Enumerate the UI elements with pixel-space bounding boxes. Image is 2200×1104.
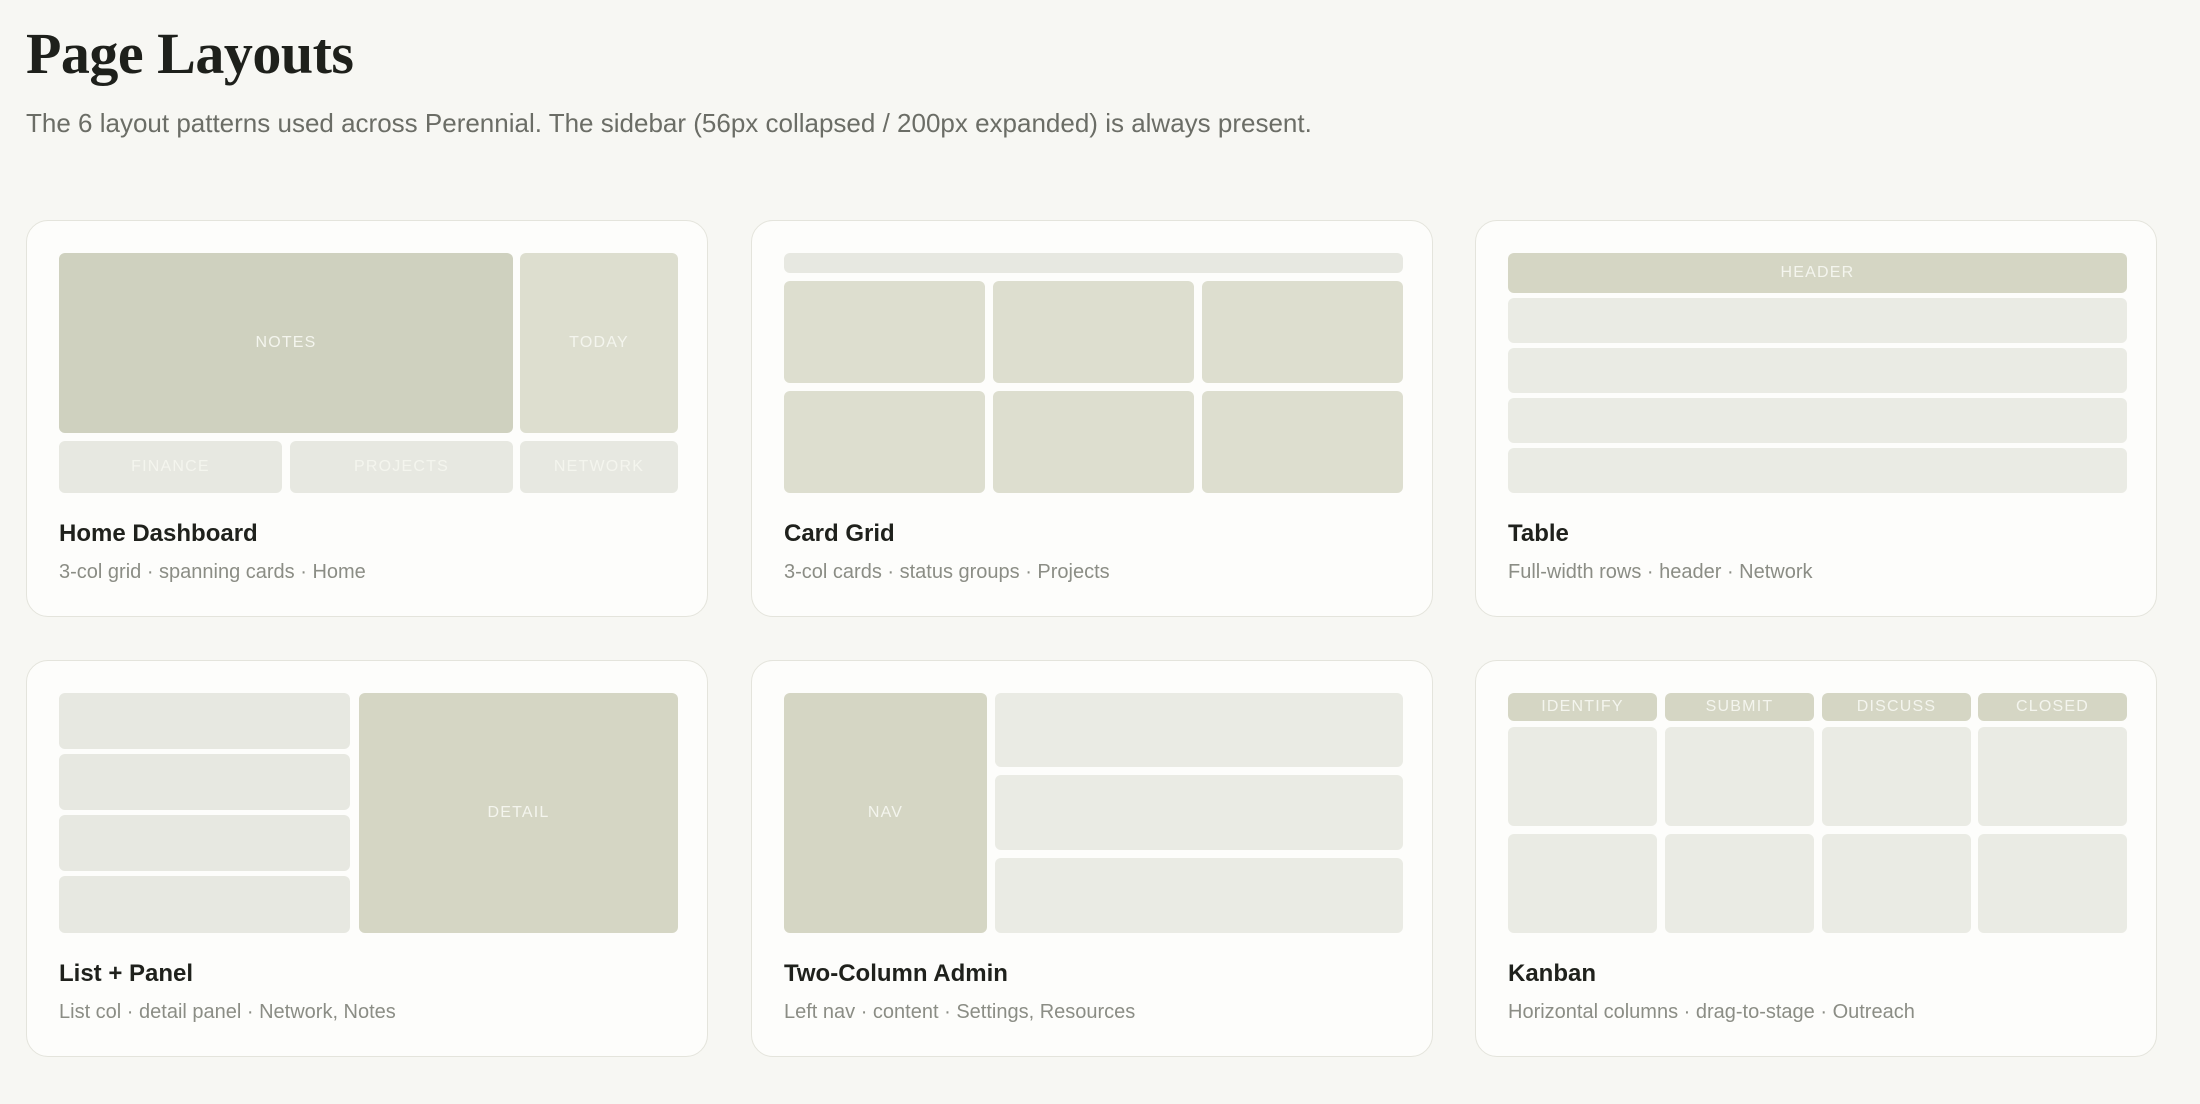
preview-column-header-closed: CLOSED [1978,693,2127,721]
preview-block-projects: PROJECTS [290,441,513,493]
preview-block-nav: NAV [784,693,987,933]
layout-card-card-grid[interactable]: Card Grid 3-col cards · status groups · … [751,220,1433,617]
layout-card-kanban[interactable]: IDENTIFY SUBMIT DISCUSS CLOSED Kanban Ho… [1475,660,2157,1057]
preview-block-list-item [59,754,350,810]
preview-block-row [1508,448,2127,493]
preview-block-list-item [59,815,350,871]
page-subtitle: The 6 layout patterns used across Perenn… [26,108,1312,138]
preview-block-kanban-card [1978,727,2127,826]
card-description: 3-col grid · spanning cards · Home [59,561,366,583]
card-title: Two-Column Admin [784,960,1008,987]
card-description: 3-col cards · status groups · Projects [784,561,1110,583]
preview-block-row [1508,298,2127,343]
card-title: List + Panel [59,960,194,987]
preview-block-kanban-card [1508,834,1657,933]
preview-block-kanban-card [1508,727,1657,826]
layout-card-table[interactable]: HEADER Table Full-width rows · header · … [1475,220,2157,617]
preview-block-row [1508,348,2127,393]
preview-block-network: NETWORK [520,441,678,493]
layout-preview: HEADER [1508,253,2127,493]
page: Page Layouts The 6 layout patterns used … [0,0,2200,1104]
card-description: Full-width rows · header · Network [1508,561,1813,583]
preview-block-kanban-card [1665,727,1814,826]
preview-block-finance: FINANCE [59,441,282,493]
preview-block-card [1202,281,1403,383]
preview-column-header-submit: SUBMIT [1665,693,1814,721]
layout-card-two-column-admin[interactable]: NAV Two-Column Admin Left nav · content … [751,660,1433,1057]
page-title: Page Layouts [26,21,354,86]
preview-block-card [1202,391,1403,493]
layout-card-list-panel[interactable]: DETAIL List + Panel List col · detail pa… [26,660,708,1057]
preview-block-card [784,391,985,493]
card-title: Table [1508,520,1569,547]
preview-block-kanban-card [1822,727,1971,826]
layout-preview: DETAIL [59,693,678,933]
preview-block-kanban-card [1978,834,2127,933]
preview-column-header-discuss: DISCUSS [1822,693,1971,721]
card-title: Card Grid [784,520,895,547]
layout-preview: IDENTIFY SUBMIT DISCUSS CLOSED [1508,693,2127,933]
layout-preview: NOTES TODAY FINANCE PROJECTS NETWORK [59,253,678,493]
preview-block-toolbar [784,253,1403,273]
card-description: Horizontal columns · drag-to-stage · Out… [1508,1001,1915,1023]
preview-block-header: HEADER [1508,253,2127,293]
preview-block-content [995,775,1403,850]
preview-block-row [1508,398,2127,443]
layout-card-home-dashboard[interactable]: NOTES TODAY FINANCE PROJECTS NETWORK Hom… [26,220,708,617]
preview-block-detail: DETAIL [359,693,678,933]
preview-block-kanban-card [1822,834,1971,933]
preview-block-content [995,693,1403,767]
preview-block-content [995,858,1403,933]
preview-block-card [993,391,1194,493]
preview-block-notes: NOTES [59,253,513,433]
card-title: Kanban [1508,960,1597,987]
preview-block-kanban-card [1665,834,1814,933]
card-description: Left nav · content · Settings, Resources [784,1001,1136,1023]
card-description: List col · detail panel · Network, Notes [59,1001,396,1023]
preview-block-today: TODAY [520,253,678,433]
preview-block-list-item [59,693,350,749]
preview-column-header-identify: IDENTIFY [1508,693,1657,721]
preview-block-card [993,281,1194,383]
card-title: Home Dashboard [59,520,258,547]
preview-block-card [784,281,985,383]
layout-preview: NAV [784,693,1403,933]
layout-preview [784,253,1403,493]
preview-block-list-item [59,876,350,933]
